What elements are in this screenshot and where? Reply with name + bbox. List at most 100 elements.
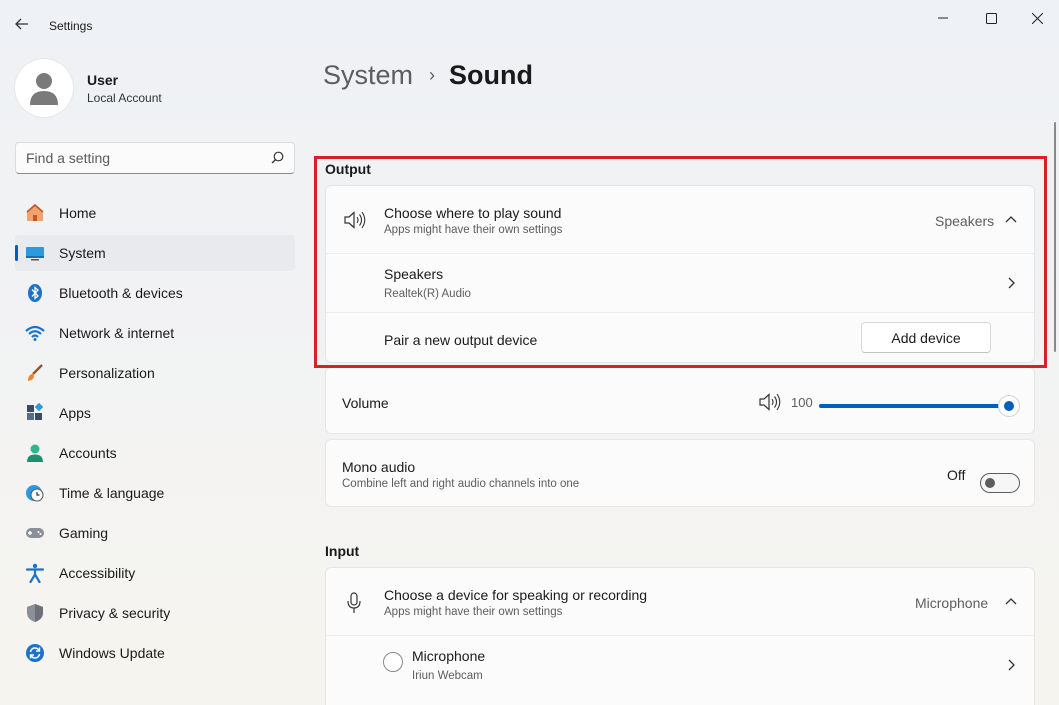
mono-audio-card: Mono audio Combine left and right audio … — [325, 439, 1035, 507]
sidebar-item-label: Windows Update — [59, 645, 165, 661]
sidebar-item-label: Privacy & security — [59, 605, 171, 621]
sidebar-item-label: Personalization — [59, 365, 155, 381]
back-button[interactable] — [10, 12, 34, 36]
sidebar-item-accounts[interactable]: Accounts — [15, 435, 295, 471]
mono-audio-state: Off — [947, 467, 966, 483]
gamepad-icon — [25, 523, 45, 543]
chevron-up-icon[interactable] — [1005, 597, 1017, 605]
back-arrow-icon — [15, 18, 28, 30]
shield-icon — [25, 603, 45, 623]
volume-slider-thumb[interactable] — [999, 396, 1019, 416]
choose-input-row[interactable]: Choose a device for speaking or recordin… — [326, 568, 1034, 636]
sidebar-item-personalization[interactable]: Personalization — [15, 355, 295, 391]
chevron-up-icon[interactable] — [1005, 215, 1017, 223]
search-icon[interactable] — [271, 151, 284, 164]
sidebar-item-label: Home — [59, 205, 97, 221]
selected-input-value: Microphone — [915, 595, 989, 611]
update-icon — [25, 643, 45, 663]
system-icon — [25, 243, 45, 263]
volume-speaker-icon[interactable] — [759, 393, 781, 411]
close-icon — [1031, 12, 1043, 24]
search-input[interactable] — [16, 143, 256, 173]
input-section-title: Input — [325, 543, 360, 559]
sidebar-item-label: Apps — [59, 405, 91, 421]
microphone-device-row[interactable]: Microphone Iriun Webcam — [326, 636, 1034, 696]
minimize-icon — [938, 17, 948, 19]
sidebar-item-system[interactable]: System — [15, 235, 295, 271]
volume-value: 100 — [791, 395, 813, 410]
sidebar-nav: Home System Bluetooth & devices Network … — [15, 195, 295, 675]
app-title: Settings — [49, 19, 93, 33]
scrollbar[interactable] — [1054, 122, 1056, 352]
accessibility-icon — [25, 563, 45, 583]
search-box[interactable] — [15, 142, 295, 174]
sidebar-item-time-language[interactable]: Time & language — [15, 475, 295, 511]
volume-title: Volume — [342, 395, 389, 411]
microphone-device-title: Microphone — [412, 648, 486, 664]
profile-account-type: Local Account — [87, 90, 162, 105]
sidebar-item-label: Accounts — [59, 445, 117, 461]
microphone-radio[interactable] — [383, 652, 403, 672]
sidebar-item-accessibility[interactable]: Accessibility — [15, 555, 295, 591]
bluetooth-icon — [25, 283, 45, 303]
apps-icon — [25, 403, 45, 423]
sidebar-item-gaming[interactable]: Gaming — [15, 515, 295, 551]
choose-output-row[interactable]: Choose where to play sound Apps might ha… — [326, 186, 1034, 254]
choose-input-subtitle: Apps might have their own settings — [384, 606, 563, 618]
minimize-button[interactable] — [920, 6, 966, 30]
sidebar-item-bluetooth[interactable]: Bluetooth & devices — [15, 275, 295, 311]
user-profile[interactable]: User Local Account — [15, 59, 162, 117]
microphone-device-subtitle: Iriun Webcam — [412, 670, 483, 682]
paintbrush-icon — [25, 363, 45, 383]
home-icon — [25, 203, 45, 223]
output-section-title: Output — [325, 161, 371, 177]
wifi-icon — [25, 323, 45, 343]
breadcrumb-separator: › — [429, 65, 436, 85]
sidebar-item-apps[interactable]: Apps — [15, 395, 295, 431]
avatar — [15, 59, 73, 117]
volume-slider-fill — [819, 404, 1009, 408]
pair-output-title: Pair a new output device — [384, 332, 538, 348]
mono-audio-subtitle: Combine left and right audio channels in… — [342, 478, 580, 490]
sidebar-item-privacy-security[interactable]: Privacy & security — [15, 595, 295, 631]
sidebar-item-label: System — [59, 245, 106, 261]
user-avatar-icon — [30, 73, 58, 105]
sidebar-item-network[interactable]: Network & internet — [15, 315, 295, 351]
speaker-icon — [344, 211, 366, 229]
maximize-icon — [985, 12, 997, 24]
volume-card: Volume 100 — [325, 367, 1035, 434]
speakers-device-subtitle: Realtek(R) Audio — [384, 288, 471, 300]
maximize-button[interactable] — [968, 6, 1014, 30]
sidebar-item-label: Time & language — [59, 485, 165, 501]
chevron-right-icon — [1008, 277, 1015, 289]
speakers-device-row[interactable]: Speakers Realtek(R) Audio — [326, 254, 1034, 313]
page-title: Sound — [449, 60, 534, 90]
choose-output-subtitle: Apps might have their own settings — [384, 224, 563, 236]
breadcrumb-parent[interactable]: System — [323, 60, 413, 91]
choose-input-title: Choose a device for speaking or recordin… — [384, 587, 648, 603]
input-card: Choose a device for speaking or recordin… — [325, 567, 1035, 705]
sidebar-item-label: Network & internet — [59, 325, 175, 341]
sidebar-item-label: Bluetooth & devices — [59, 285, 183, 301]
microphone-icon — [347, 592, 361, 613]
sidebar-item-label: Gaming — [59, 525, 109, 541]
clock-globe-icon — [25, 483, 45, 503]
mono-audio-toggle[interactable] — [980, 473, 1020, 493]
sidebar-item-windows-update[interactable]: Windows Update — [15, 635, 295, 671]
chevron-right-icon — [1008, 659, 1015, 671]
volume-slider[interactable] — [819, 396, 1019, 416]
breadcrumb: System › Sound — [323, 60, 533, 91]
title-bar: Settings — [0, 0, 1059, 40]
mono-audio-title: Mono audio — [342, 459, 416, 475]
choose-output-title: Choose where to play sound — [384, 205, 562, 221]
pair-output-row: Pair a new output device Add device — [326, 313, 1034, 362]
close-button[interactable] — [1014, 6, 1059, 30]
sidebar-item-home[interactable]: Home — [15, 195, 295, 231]
output-card: Choose where to play sound Apps might ha… — [325, 185, 1035, 363]
speakers-device-title: Speakers — [384, 266, 444, 282]
profile-name: User — [87, 71, 119, 88]
add-device-button[interactable]: Add device — [861, 322, 991, 353]
sidebar-item-label: Accessibility — [59, 565, 136, 581]
selected-output-value: Speakers — [935, 213, 995, 229]
accounts-icon — [25, 443, 45, 463]
